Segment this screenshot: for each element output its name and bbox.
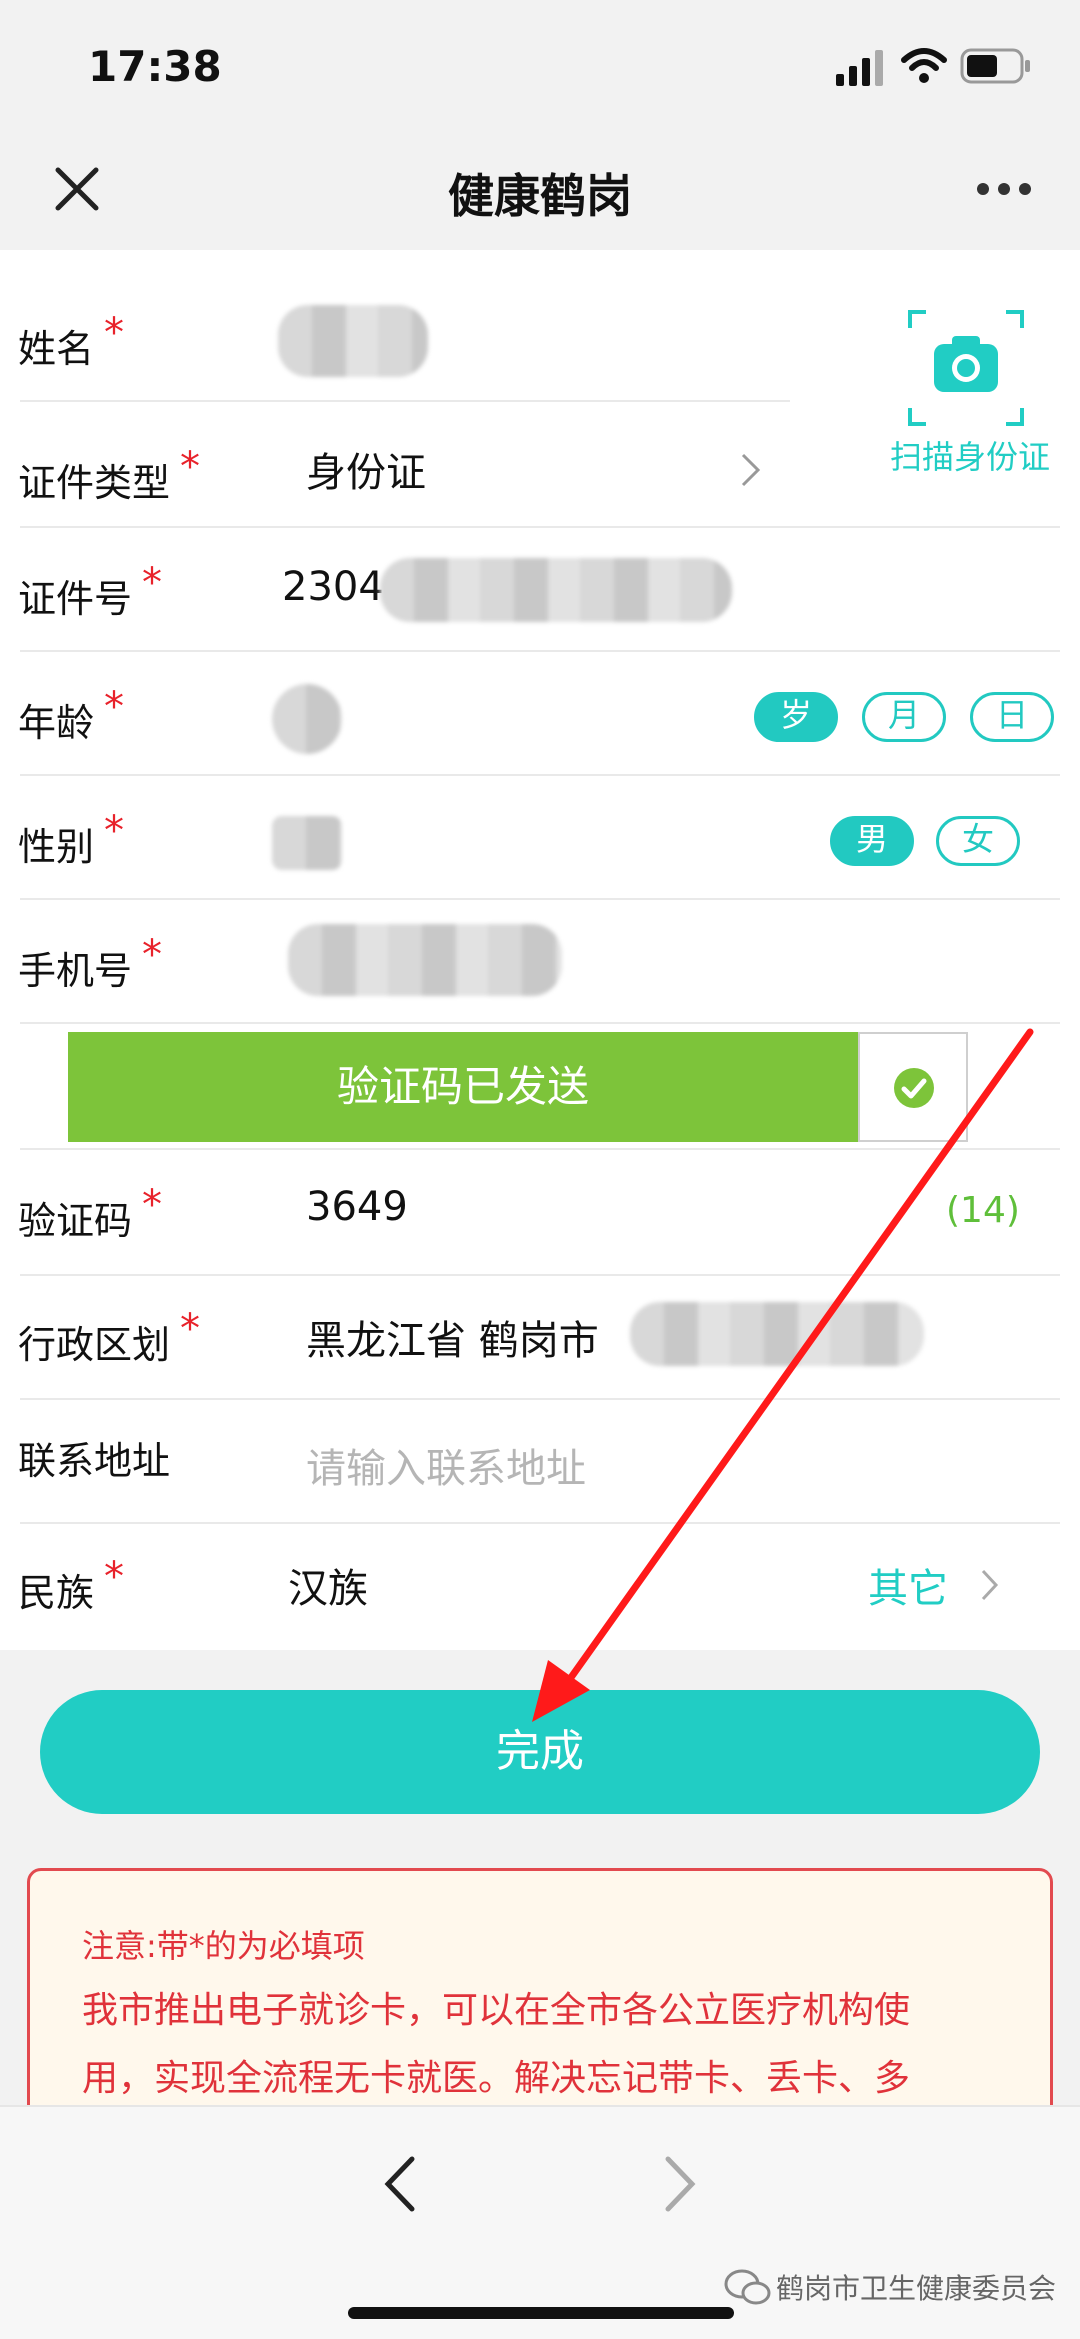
age-unit-year[interactable]: 岁	[754, 692, 838, 742]
id-number-label: 证件号 *	[18, 560, 163, 621]
code-label: 验证码 *	[18, 1182, 163, 1243]
gender-female-button[interactable]: 女	[936, 816, 1020, 866]
status-bar: 17:38	[0, 0, 1080, 130]
home-indicator	[348, 2307, 734, 2319]
notice-body-line2: 用，实现全流程无卡就医。解决忘记带卡、丢卡、多	[82, 2058, 911, 2099]
ethnicity-value[interactable]: 汉族	[288, 1556, 368, 1614]
id-number-prefix: 2304	[282, 564, 384, 610]
wifi-icon	[901, 48, 947, 83]
age-label: 年龄 *	[18, 684, 125, 745]
more-icon[interactable]	[976, 182, 1032, 196]
phone-label: 手机号 *	[18, 932, 163, 993]
back-arrow-icon[interactable]	[382, 2155, 416, 2213]
scan-id-label: 扫描身份证	[889, 438, 1050, 476]
phone-field[interactable]	[288, 924, 562, 996]
forward-arrow-icon[interactable]	[664, 2155, 698, 2213]
chevron-right-icon[interactable]	[740, 452, 762, 488]
age-field[interactable]	[272, 684, 342, 754]
id-type-value[interactable]: 身份证	[306, 440, 426, 498]
browser-bottom-bar: 鹤岗市卫生健康委员会	[0, 2105, 1080, 2339]
chevron-right-icon[interactable]	[980, 1568, 1000, 1602]
region-label: 行政区划 *	[18, 1306, 201, 1367]
region-value[interactable]: 黑龙江省 鹤岗市	[306, 1308, 599, 1366]
check-circle-icon	[894, 1068, 934, 1108]
scan-frame-icon	[908, 310, 1024, 426]
verify-code-sent-button[interactable]: 验证码已发送	[68, 1032, 858, 1142]
notice-body-line1: 我市推出电子就诊卡，可以在全市各公立医疗机构使	[82, 1990, 911, 2031]
id-type-label: 证件类型 *	[18, 444, 201, 505]
id-number-field[interactable]	[380, 558, 732, 622]
notice-title: 注意:带*的为必填项	[82, 1927, 365, 1965]
title-bar: 健康鹤岗	[0, 130, 1080, 250]
name-label: 姓名 *	[18, 310, 125, 371]
verify-check-box[interactable]	[858, 1032, 968, 1142]
gender-label: 性别 *	[18, 808, 125, 869]
scan-id-button[interactable]: 扫描身份证	[880, 302, 1060, 492]
signal-icon	[836, 50, 883, 86]
region-detail-field[interactable]	[630, 1302, 924, 1366]
done-button[interactable]: 完成	[40, 1690, 1040, 1814]
age-unit-month[interactable]: 月	[862, 692, 946, 742]
gender-male-button[interactable]: 男	[830, 816, 914, 866]
code-input[interactable]: 3649	[306, 1184, 408, 1230]
ethnicity-label: 民族 *	[18, 1554, 125, 1615]
battery-icon	[960, 48, 1030, 84]
wechat-icon	[724, 2269, 771, 2305]
address-input[interactable]: 请输入联系地址	[306, 1436, 586, 1494]
code-countdown: (14)	[946, 1190, 1020, 1231]
age-unit-day[interactable]: 日	[970, 692, 1054, 742]
status-time: 17:38	[88, 42, 222, 91]
page-title: 健康鹤岗	[448, 169, 632, 223]
registration-form: 姓名 * 扫描身份证 证件类型 * 身份证 证件号 * 2304 年龄 * 岁 月 日 …	[0, 250, 1080, 1650]
address-label: 联系地址	[18, 1439, 171, 1483]
watermark-text: 鹤岗市卫生健康委员会	[776, 2272, 1057, 2305]
ethnicity-other-link[interactable]: 其它	[868, 1556, 948, 1614]
name-field[interactable]	[278, 305, 428, 377]
gender-field[interactable]	[272, 816, 342, 870]
